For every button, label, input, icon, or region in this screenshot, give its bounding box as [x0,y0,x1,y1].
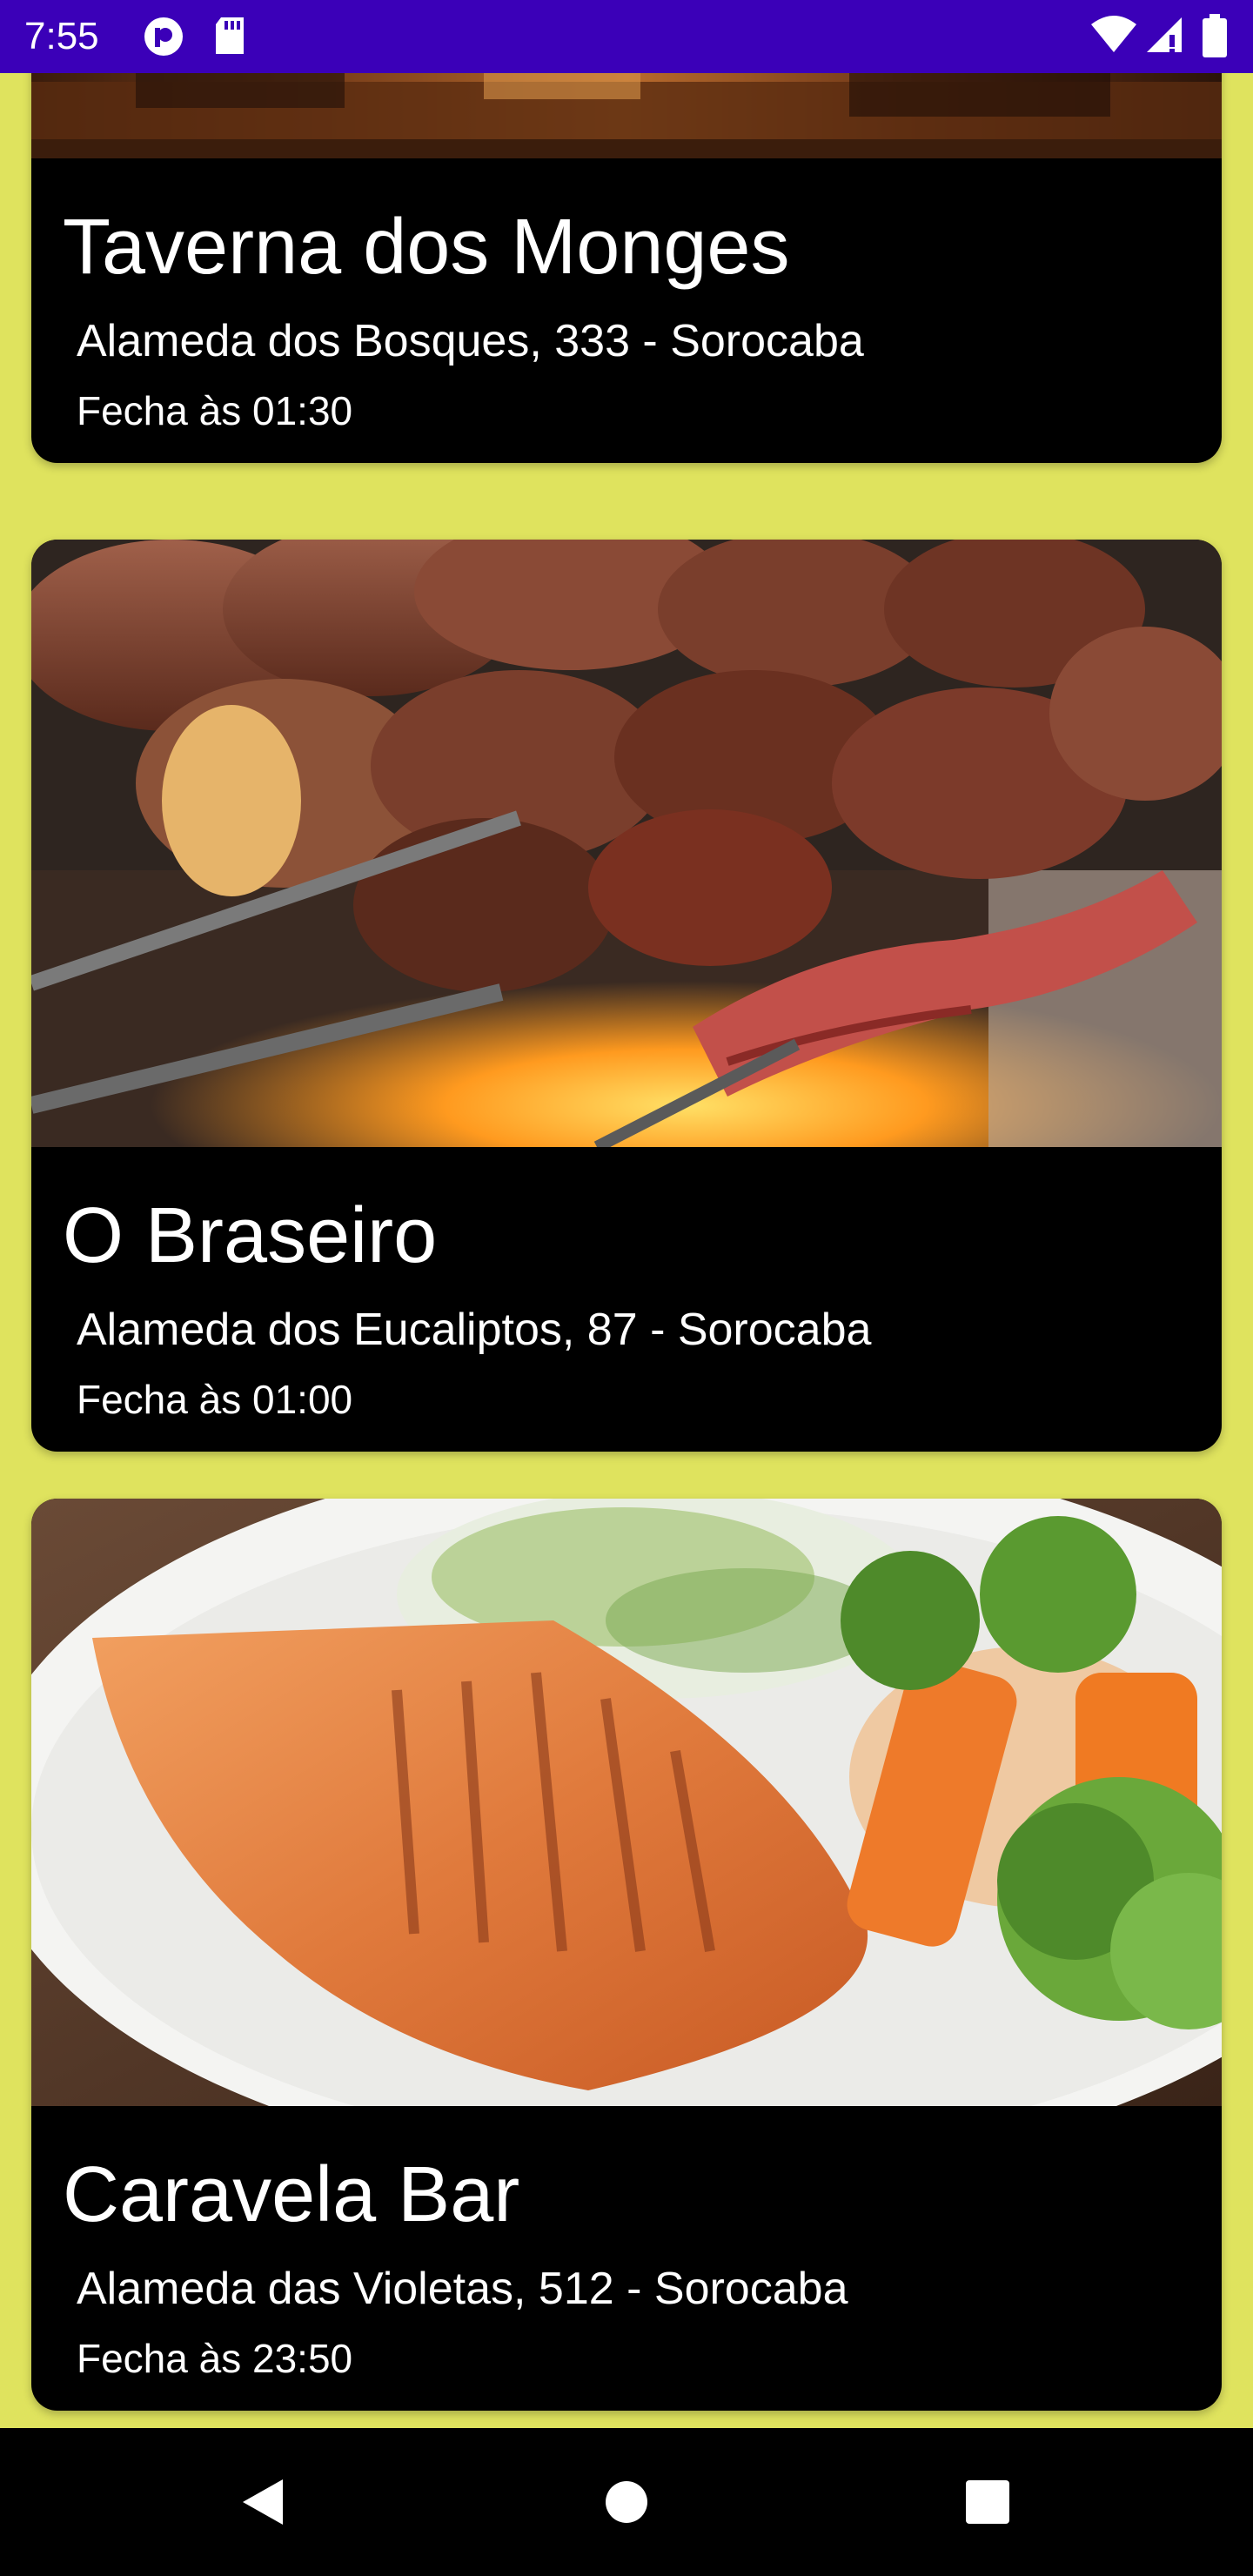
restaurant-card[interactable]: O Braseiro Alameda dos Eucaliptos, 87 - … [31,540,1222,1452]
restaurant-info: Taverna dos Monges Alameda dos Bosques, … [31,158,1222,463]
restaurant-info: O Braseiro Alameda dos Eucaliptos, 87 - … [31,1147,1222,1452]
restaurant-address: Alameda dos Eucaliptos, 87 - Sorocaba [77,1305,872,1355]
restaurant-card[interactable]: Taverna dos Monges Alameda dos Bosques, … [31,73,1222,463]
wifi-icon [1091,16,1136,54]
restaurant-image [31,1499,1222,2106]
restaurant-hours: Fecha às 23:50 [77,2336,353,2381]
restaurant-image [31,540,1222,1147]
restaurant-name: O Braseiro [63,1192,438,1279]
battery-icon [1203,14,1227,57]
restaurant-image [31,73,1222,158]
restaurant-hours: Fecha às 01:00 [77,1377,353,1422]
status-time: 7:55 [24,15,99,57]
restaurant-hours: Fecha às 01:30 [77,388,353,433]
restaurant-address: Alameda dos Bosques, 333 - Sorocaba [77,316,864,366]
sd-card-icon [212,16,247,56]
restaurant-name: Caravela Bar [63,2151,520,2238]
signal-icon [1145,16,1183,54]
restaurant-info: Caravela Bar Alameda das Violetas, 512 -… [31,2106,1222,2411]
navigation-bar [0,2428,1253,2576]
restaurant-address: Alameda das Violetas, 512 - Sorocaba [77,2264,848,2314]
restaurant-card[interactable]: Caravela Bar Alameda das Violetas, 512 -… [31,1499,1222,2411]
restaurant-name: Taverna dos Monges [63,204,790,291]
restaurant-list[interactable]: Taverna dos Monges Alameda dos Bosques, … [0,73,1253,2428]
back-icon[interactable] [231,2472,292,2532]
home-icon[interactable] [596,2472,657,2532]
status-bar: 7:55 [0,0,1253,73]
recents-icon[interactable] [957,2472,1018,2532]
pocket-casts-icon [143,16,184,57]
